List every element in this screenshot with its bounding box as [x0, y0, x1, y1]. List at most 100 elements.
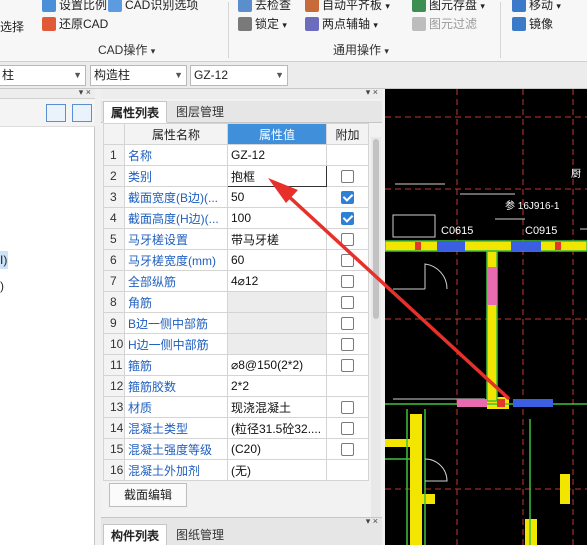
set-scale-label: 设置比例: [59, 0, 108, 12]
property-extra: [326, 165, 369, 187]
extra-checkbox[interactable]: [341, 170, 354, 184]
header-property-name: 属性名称: [124, 123, 228, 145]
grid-view-icon[interactable]: [72, 104, 92, 122]
property-value[interactable]: ⌀8@150(2*2): [227, 354, 327, 376]
extra-checkbox[interactable]: [341, 296, 354, 310]
property-value[interactable]: [227, 291, 327, 313]
save-element-button[interactable]: 图元存盘 ▾: [412, 0, 485, 14]
tab-property-list[interactable]: 属性列表: [103, 101, 168, 123]
property-name: B边一侧中部筋: [124, 312, 228, 334]
extra-checkbox[interactable]: [341, 254, 354, 268]
pin-icon[interactable]: ▾ ×: [366, 516, 378, 527]
ribbon-divider: [228, 2, 229, 58]
extra-checkbox[interactable]: [341, 212, 354, 226]
property-row[interactable]: 12 箍筋胶数 2*2: [103, 375, 369, 397]
element-filter-button[interactable]: 图元过滤: [412, 15, 477, 33]
property-scrollbar[interactable]: [371, 137, 381, 517]
select-button[interactable]: 选择: [0, 18, 24, 36]
property-value[interactable]: GZ-12: [227, 144, 327, 166]
check-button[interactable]: 去检查: [238, 0, 291, 14]
lock-button[interactable]: 锁定 ▾: [238, 15, 287, 33]
property-value[interactable]: 60: [227, 249, 327, 271]
property-value[interactable]: 抱框: [227, 165, 327, 187]
property-value[interactable]: [227, 312, 327, 334]
extra-checkbox[interactable]: [341, 317, 354, 331]
select-label: 选择: [0, 20, 25, 34]
property-row[interactable]: 3 截面宽度(B边)(... 50: [103, 186, 369, 208]
property-row[interactable]: 4 截面高度(H边)(... 100: [103, 207, 369, 229]
mirror-button[interactable]: 镜像: [512, 15, 553, 33]
row-index: 13: [103, 396, 125, 418]
extra-checkbox[interactable]: [341, 338, 354, 352]
property-row[interactable]: 7 全部纵筋 4⌀12: [103, 270, 369, 292]
general-ops-group-label[interactable]: 通用操作 ▾: [333, 42, 389, 58]
extra-checkbox[interactable]: [341, 422, 354, 436]
property-value[interactable]: (无): [227, 459, 327, 481]
property-row[interactable]: 16 混凝土外加剂 (无): [103, 459, 369, 481]
scale-icon: [42, 0, 56, 12]
left-panel-header: ▾ ×: [0, 87, 95, 99]
property-name: 混凝土外加剂: [124, 459, 228, 481]
extra-checkbox[interactable]: [341, 401, 354, 415]
cad-drawing: C0615 C0915 参 16J916-1 厨: [385, 89, 587, 545]
cad-options-button[interactable]: CAD识别选项: [108, 0, 198, 14]
property-value[interactable]: 2*2: [227, 375, 327, 397]
property-row[interactable]: 14 混凝土类型 (粒径31.5砼32....: [103, 417, 369, 439]
tab-component-list[interactable]: 构件列表: [103, 524, 168, 545]
property-row[interactable]: 6 马牙槎宽度(mm) 60: [103, 249, 369, 271]
extra-checkbox[interactable]: [341, 275, 354, 289]
type-select[interactable]: 构造柱 ▼: [90, 65, 187, 86]
window-detail-box: [392, 214, 436, 238]
move-button[interactable]: 移动 ▾: [512, 0, 561, 14]
extra-checkbox[interactable]: [341, 191, 354, 205]
property-value[interactable]: 现浇混凝土: [227, 396, 327, 418]
category-select[interactable]: 柱 ▼: [0, 65, 86, 86]
pin-icon[interactable]: ▾ ×: [79, 87, 91, 98]
property-extra: [326, 249, 369, 271]
property-extra: [326, 144, 369, 166]
door-swings: [424, 263, 448, 482]
property-value[interactable]: (粒径31.5砼32....: [227, 417, 327, 439]
property-row[interactable]: 1 名称 GZ-12: [103, 144, 369, 166]
property-value[interactable]: [227, 333, 327, 355]
property-name: 类别: [124, 165, 228, 187]
property-row[interactable]: 15 混凝土强度等级 (C20): [103, 438, 369, 460]
extra-checkbox[interactable]: [341, 233, 354, 247]
auto-align-button[interactable]: 自动平齐板 ▾: [305, 0, 390, 14]
two-point-axis-button[interactable]: 两点辅轴 ▾: [305, 15, 378, 33]
mirror-icon: [512, 17, 526, 31]
property-value[interactable]: (C20): [227, 438, 327, 460]
section-edit-button[interactable]: 截面编辑: [109, 483, 187, 507]
property-value[interactable]: 100: [227, 207, 327, 229]
row-index: 9: [103, 312, 125, 334]
list-view-icon[interactable]: [46, 104, 66, 122]
pin-icon[interactable]: ▾ ×: [366, 87, 378, 98]
property-value[interactable]: 50: [227, 186, 327, 208]
scrollbar-thumb[interactable]: [373, 139, 379, 319]
extra-checkbox[interactable]: [341, 443, 354, 457]
restore-cad-button[interactable]: 还原CAD: [42, 15, 108, 33]
property-row[interactable]: 2 类别 抱框: [103, 165, 369, 187]
property-row[interactable]: 9 B边一侧中部筋: [103, 312, 369, 334]
tab-layer-manager[interactable]: 图层管理: [169, 101, 231, 123]
property-extra: [326, 333, 369, 355]
property-row[interactable]: 5 马牙槎设置 带马牙槎: [103, 228, 369, 250]
chevron-down-icon: ▼: [174, 70, 183, 80]
cad-drawing-canvas[interactable]: C0615 C0915 参 16J916-1 厨: [385, 89, 587, 545]
property-value[interactable]: 带马牙槎: [227, 228, 327, 250]
header-index: [103, 123, 125, 145]
property-value[interactable]: 4⌀12: [227, 270, 327, 292]
property-extra: [326, 354, 369, 376]
property-row[interactable]: 13 材质 现浇混凝土: [103, 396, 369, 418]
set-scale-button[interactable]: 设置比例: [42, 0, 107, 14]
tab-drawing-manager[interactable]: 图纸管理: [169, 524, 231, 545]
property-name: 混凝土类型: [124, 417, 228, 439]
property-row[interactable]: 11 箍筋 ⌀8@150(2*2): [103, 354, 369, 376]
component-select[interactable]: GZ-12 ▼: [190, 65, 288, 86]
property-row[interactable]: 10 H边一侧中部筋: [103, 333, 369, 355]
filter-icon: [412, 17, 426, 31]
property-extra: [326, 438, 369, 460]
cad-ops-group-label[interactable]: CAD操作 ▾: [98, 42, 155, 58]
extra-checkbox[interactable]: [341, 359, 354, 373]
property-row[interactable]: 8 角筋: [103, 291, 369, 313]
